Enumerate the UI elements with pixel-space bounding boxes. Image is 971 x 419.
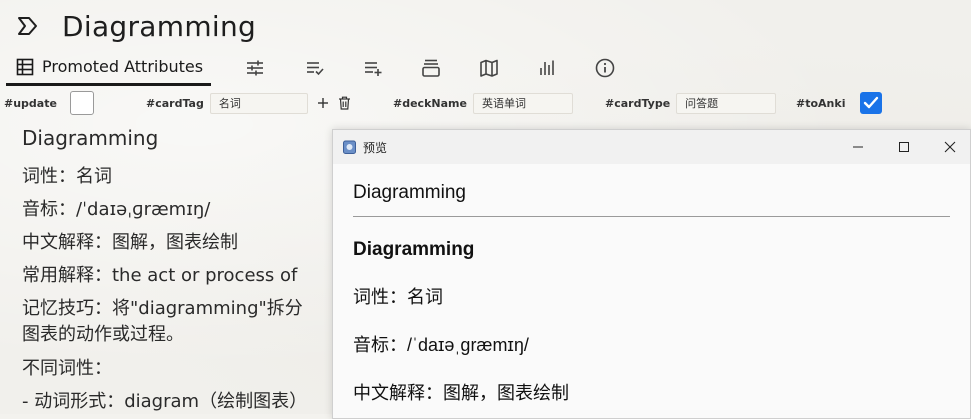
note-line-verb-form: - 动词形式：diagram（绘制图表） <box>22 391 308 412</box>
preview-line-chinese: 中文解释：图解，图表绘制 <box>353 383 569 403</box>
update-checkbox[interactable] <box>70 91 94 115</box>
sliders-icon[interactable] <box>245 58 265 78</box>
note-line-common: 常用解释：the act or process of <box>22 265 298 286</box>
checklist-icon[interactable] <box>305 58 325 78</box>
attr-cardtag-label: #cardTag <box>146 96 204 110</box>
add-icon[interactable] <box>317 97 329 109</box>
add-list-icon[interactable] <box>363 58 383 78</box>
tab-promoted-attributes-label: Promoted Attributes <box>42 57 204 76</box>
attr-update-label: #update <box>4 96 57 110</box>
close-button[interactable] <box>927 130 971 164</box>
toanki-checkbox[interactable] <box>860 92 882 114</box>
attr-cardtype: #cardType 问答题 <box>605 90 777 116</box>
ribbon-tabs: Promoted Attributes <box>6 48 615 88</box>
attr-update-checkbox-wrap <box>70 90 94 116</box>
bar-chart-icon[interactable] <box>537 58 557 78</box>
note-line-memory-cont: 图表的动作或过程。 <box>22 324 184 345</box>
preview-head: Diagramming <box>353 182 950 217</box>
preview-body: Diagramming Diagramming 词性：名词 音标：/ˈdaɪəˌ… <box>333 182 970 405</box>
note-heading: Diagramming <box>22 126 159 150</box>
deckname-input[interactable]: 英语单词 <box>472 92 573 114</box>
preview-titlebar[interactable]: 预览 <box>333 130 970 164</box>
info-icon[interactable] <box>595 58 615 78</box>
note-line-memory: 记忆技巧：将"diagramming"拆分 <box>22 298 303 319</box>
preview-window-title: 预览 <box>363 141 388 155</box>
attr-deckname: #deckName 英语单词 <box>393 90 573 116</box>
tab-promoted-attributes[interactable]: Promoted Attributes <box>6 50 212 86</box>
maximize-icon <box>899 142 909 152</box>
minimize-button[interactable] <box>835 130 881 164</box>
attr-update: #update <box>4 90 57 116</box>
attr-toanki: #toAnki <box>796 90 845 116</box>
promoted-attributes-row: #update #cardTag 名词 #deckName 英语单词 #card… <box>0 90 971 116</box>
preview-line-pos: 词性：名词 <box>353 287 443 307</box>
note-line-phonetic: 音标：/ˈdaɪəˌɡræmɪŋ/ <box>22 199 211 220</box>
note-line-pos-variants: 不同词性： <box>22 358 112 379</box>
attr-cardtag: #cardTag 名词 <box>146 90 351 116</box>
trash-icon[interactable] <box>338 96 351 110</box>
note-content[interactable]: Diagramming 词性：名词 音标：/ˈdaɪəˌɡræmɪŋ/ 中文解释… <box>22 126 342 418</box>
attr-deckname-label: #deckName <box>393 96 467 110</box>
checkmark-icon <box>863 96 879 109</box>
attr-toanki-label: #toAnki <box>796 96 846 110</box>
close-icon <box>944 141 956 153</box>
preview-window: 预览 Diagramming Diagramming 词性：名词 音标：/ˈda… <box>332 129 971 419</box>
cardtag-input[interactable]: 名词 <box>209 92 308 114</box>
attr-cardtype-label: #cardType <box>605 96 671 110</box>
preview-heading: Diagramming <box>353 239 475 260</box>
table-icon <box>16 58 34 75</box>
note-line-pos: 词性：名词 <box>22 166 112 187</box>
preview-line-phonetic: 音标：/ˈdaɪəˌɡræmɪŋ/ <box>353 335 529 355</box>
map-icon[interactable] <box>479 58 499 78</box>
book-stack-icon[interactable] <box>421 58 441 78</box>
note-title[interactable]: Diagramming <box>62 10 256 43</box>
app-icon <box>343 140 356 154</box>
note-line-chinese: 中文解释：图解，图表绘制 <box>22 232 238 253</box>
note-type-icon <box>16 14 40 38</box>
note-title-row: Diagramming <box>16 6 256 46</box>
maximize-button[interactable] <box>881 130 927 164</box>
attr-toanki-checkbox-wrap <box>860 90 882 116</box>
minimize-icon <box>853 146 863 148</box>
cardtype-input[interactable]: 问答题 <box>676 92 777 114</box>
